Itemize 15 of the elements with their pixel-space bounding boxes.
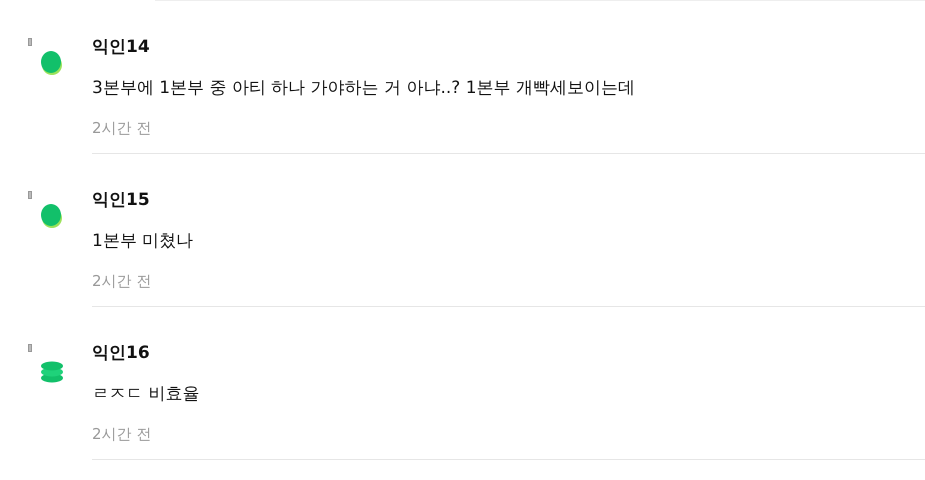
comment-text: 3본부에 1본부 중 아티 하나 가야하는 거 아냐..? 1본부 개빡세보이는데 [92, 77, 636, 99]
author-name: 익인16 [92, 343, 151, 363]
comment-time: 2시간 전 [92, 425, 152, 443]
comment-time: 2시간 전 [92, 272, 152, 290]
tag-icon [28, 344, 32, 352]
comment-time: 2시간 전 [92, 119, 152, 137]
coin-icon [40, 203, 64, 229]
tag-icon [28, 191, 32, 199]
comment-text: 1본부 미쳤나 [92, 230, 194, 252]
coin-icon [40, 50, 64, 76]
comment-text: ㄹㅈㄷ 비효율 [92, 383, 200, 405]
author-name: 익인14 [92, 37, 151, 57]
author-name: 익인15 [92, 190, 151, 210]
coin-stack-icon [40, 361, 64, 383]
tag-icon [28, 38, 32, 46]
